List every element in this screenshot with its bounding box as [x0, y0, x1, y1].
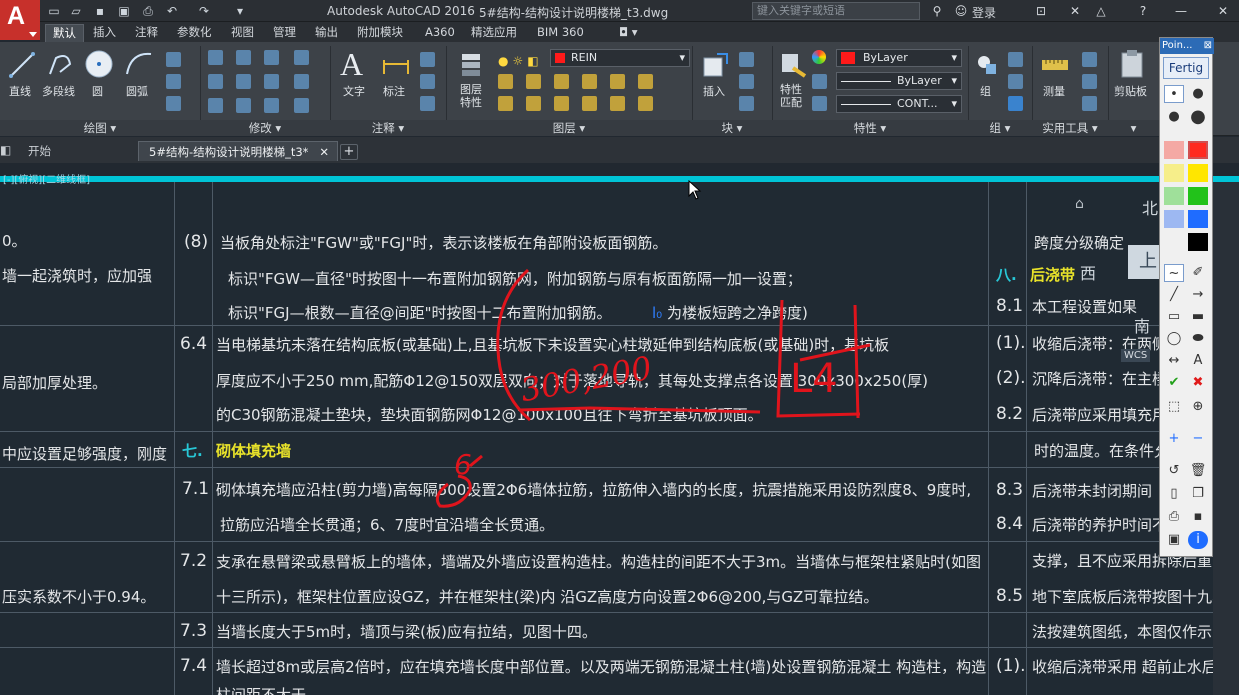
- ink-overlay: [435, 268, 871, 508]
- ink-underline: [519, 406, 761, 414]
- ink-text-6: 6: [454, 448, 472, 481]
- ink-text-l4: L4: [790, 356, 838, 402]
- mouse-cursor-icon: [688, 180, 702, 200]
- autocad-logo-menu[interactable]: A: [0, 0, 40, 40]
